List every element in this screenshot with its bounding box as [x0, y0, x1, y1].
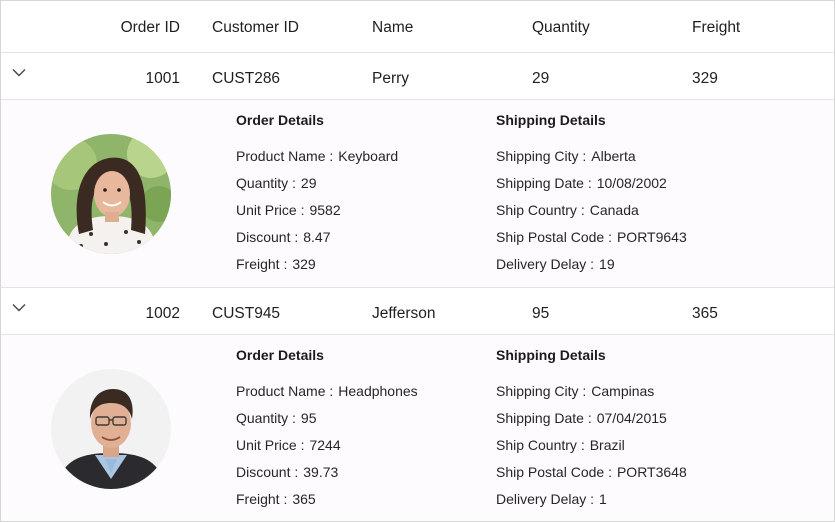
- shipping-details-title: Shipping Details: [496, 112, 606, 128]
- detail-discount: Discount :39.73: [236, 464, 339, 480]
- detail-freight: Freight :365: [236, 491, 316, 507]
- detail-ship-postal-code: Ship Postal Code : PORT3648: [496, 464, 687, 480]
- chevron-down-icon[interactable]: [12, 65, 26, 79]
- cell-name[interactable]: Jefferson: [372, 304, 435, 324]
- cell-quantity[interactable]: 95: [532, 304, 549, 324]
- detail-delivery-delay: Delivery Delay :1: [496, 491, 607, 507]
- table-row[interactable]: 1001 CUST286 Perry 29 329: [1, 53, 834, 100]
- cell-order-id[interactable]: 1001: [61, 69, 180, 89]
- cell-quantity[interactable]: 29: [532, 69, 549, 89]
- detail-shipping-date: Shipping Date :10/08/2002: [496, 175, 667, 191]
- detail-quantity: Quantity :29: [236, 175, 317, 191]
- detail-quantity: Quantity :95: [236, 410, 317, 426]
- chevron-down-icon[interactable]: [12, 300, 26, 314]
- detail-discount: Discount :8.47: [236, 229, 331, 245]
- cell-order-id[interactable]: 1002: [61, 304, 180, 324]
- cell-freight[interactable]: 329: [692, 69, 718, 89]
- detail-product-name: Product Name : Keyboard: [236, 148, 399, 164]
- avatar: [51, 369, 171, 489]
- detail-product-name: Product Name : Headphones: [236, 383, 418, 399]
- column-header-customer-id[interactable]: Customer ID: [212, 18, 299, 38]
- detail-ship-postal-code: Ship Postal Code : PORT9643: [496, 229, 687, 245]
- detail-delivery-delay: Delivery Delay :19: [496, 256, 615, 272]
- column-header-freight[interactable]: Freight: [692, 18, 740, 38]
- detail-shipping-city: Shipping City : Alberta: [496, 148, 636, 164]
- shipping-details-title: Shipping Details: [496, 347, 606, 363]
- column-header-name[interactable]: Name: [372, 18, 413, 38]
- detail-unit-price: Unit Price :7244: [236, 437, 341, 453]
- detail-ship-country: Ship Country : Canada: [496, 202, 639, 218]
- row-details-panel: Order Details Product Name : Keyboard Qua…: [1, 100, 834, 288]
- detail-freight: Freight :329: [236, 256, 316, 272]
- cell-name[interactable]: Perry: [372, 69, 409, 89]
- order-details-title: Order Details: [236, 112, 324, 128]
- column-header-quantity[interactable]: Quantity: [532, 18, 590, 38]
- row-details-panel: Order Details Product Name : Headphones Q…: [1, 335, 834, 521]
- detail-shipping-city: Shipping City : Campinas: [496, 383, 655, 399]
- grid-header: Order ID Customer ID Name Quantity Freig…: [1, 1, 834, 53]
- order-details-title: Order Details: [236, 347, 324, 363]
- cell-customer-id[interactable]: CUST945: [212, 304, 280, 324]
- cell-freight[interactable]: 365: [692, 304, 718, 324]
- table-row[interactable]: 1002 CUST945 Jefferson 95 365: [1, 288, 834, 335]
- avatar: [51, 134, 171, 254]
- detail-shipping-date: Shipping Date :07/04/2015: [496, 410, 667, 426]
- detail-ship-country: Ship Country : Brazil: [496, 437, 625, 453]
- cell-customer-id[interactable]: CUST286: [212, 69, 280, 89]
- data-grid: Order ID Customer ID Name Quantity Freig…: [0, 0, 835, 522]
- detail-unit-price: Unit Price :9582: [236, 202, 341, 218]
- column-header-order-id[interactable]: Order ID: [61, 18, 180, 38]
